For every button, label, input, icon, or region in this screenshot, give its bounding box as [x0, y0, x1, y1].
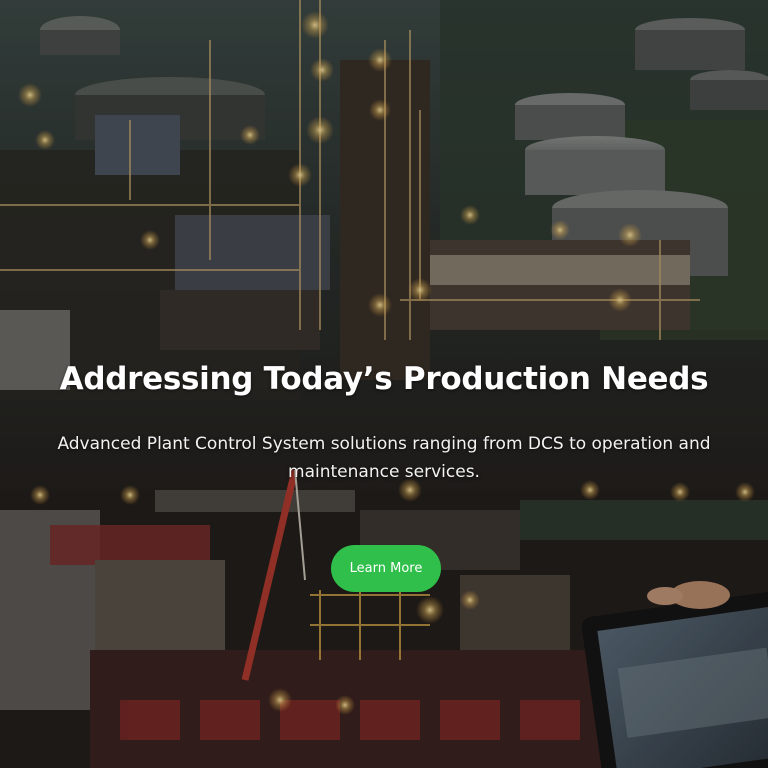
hero-subtitle: Advanced Plant Control System solutions … [57, 434, 711, 482]
hero-headline: Addressing Today’s Production Needs [59, 361, 709, 397]
hero-section: Addressing Today’s Production Needs Adva… [0, 0, 768, 768]
learn-more-button[interactable]: Learn More [331, 545, 441, 592]
